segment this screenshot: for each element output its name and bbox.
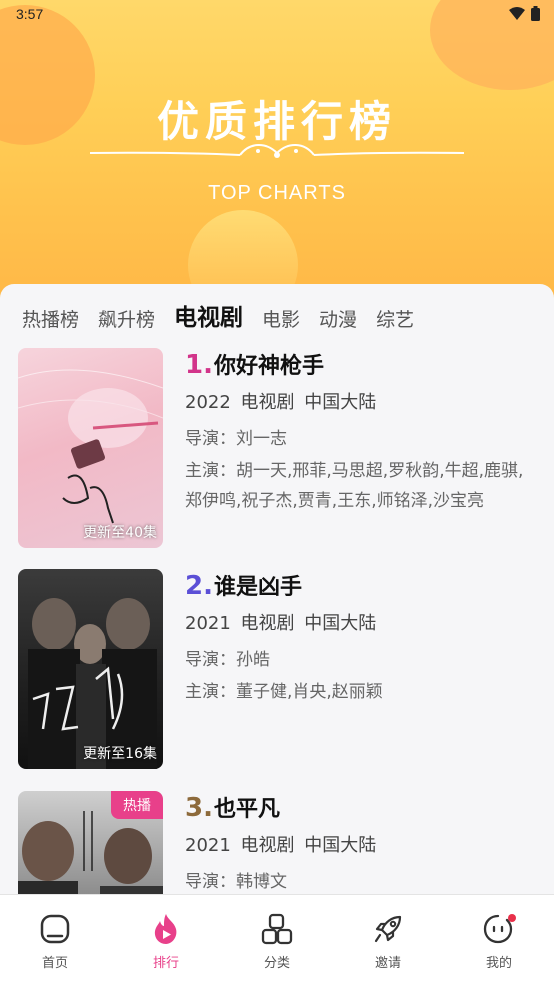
battery-icon <box>531 6 540 21</box>
item-director: 导演：韩博文 <box>185 872 287 892</box>
poster-image[interactable]: 更新至40集 <box>18 348 163 548</box>
nav-label: 分类 <box>263 956 290 971</box>
tab-variety[interactable]: 综艺 <box>376 305 414 332</box>
profile-icon <box>483 914 516 944</box>
rank-number: 1. <box>185 350 213 380</box>
poster-art <box>18 369 163 524</box>
nav-home[interactable]: 首页 <box>0 895 110 987</box>
nav-label: 首页 <box>41 956 68 971</box>
nav-category[interactable]: 分类 <box>222 895 332 987</box>
nav-label: 排行 <box>152 956 179 971</box>
ranking-panel: 热播榜 飙升榜 电视剧 电影 动漫 综艺 更新至40集 1.你好神枪手 2022… <box>0 284 554 894</box>
poster-art <box>28 598 157 769</box>
home-icon <box>40 914 70 944</box>
tab-movies[interactable]: 电影 <box>262 305 300 332</box>
item-cast: 主演：胡一天,邢菲,马思超,罗秋韵,牛超,鹿骐,郑伊鸣,祝子杰,贾青,王东,师铭… <box>185 461 524 511</box>
item-title: 3.也平凡 <box>185 793 280 823</box>
tab-tv-series[interactable]: 电视剧 <box>174 298 243 332</box>
hero-subtitle: TOP CHARTS <box>208 182 346 204</box>
bottom-nav: 首页 排行 分类 邀请 我的 <box>0 894 554 987</box>
nav-label: 我的 <box>485 956 512 971</box>
poster-image[interactable]: 更新至16集 <box>18 569 163 769</box>
status-bar: 3:57 <box>0 0 554 30</box>
tab-rising[interactable]: 飙升榜 <box>98 305 155 332</box>
rocket-icon <box>374 915 402 943</box>
list-item[interactable]: 更新至40集 1.你好神枪手 2022 电视剧 中国大陆 导演：刘一志 主演：胡… <box>18 348 538 548</box>
ornament-icon <box>90 144 464 158</box>
item-director: 导演：孙皓 <box>185 650 270 670</box>
list-item[interactable]: 热播 3.也平凡 2021 电视剧 中国大陆 导演：韩博文 <box>18 791 538 894</box>
status-time: 3:57 <box>16 6 44 22</box>
item-meta: 2022 电视剧 中国大陆 <box>185 392 377 413</box>
tab-anime[interactable]: 动漫 <box>319 305 357 332</box>
update-badge: 更新至40集 <box>83 525 157 541</box>
item-title: 2.谁是凶手 <box>185 571 302 601</box>
category-icon <box>261 913 293 945</box>
poster-image[interactable]: 热播 <box>18 791 163 894</box>
item-director: 导演：刘一志 <box>185 429 287 449</box>
update-badge: 更新至16集 <box>83 746 157 762</box>
item-meta: 2021 电视剧 中国大陆 <box>185 613 377 634</box>
nav-invite[interactable]: 邀请 <box>333 895 443 987</box>
rank-number: 2. <box>185 571 213 601</box>
wifi-icon <box>509 6 525 20</box>
item-meta: 2021 电视剧 中国大陆 <box>185 835 377 856</box>
category-tabs: 热播榜 飙升榜 电视剧 电影 动漫 综艺 <box>22 298 414 332</box>
list-item[interactable]: 更新至16集 2.谁是凶手 2021 电视剧 中国大陆 导演：孙皓 主演：董子健… <box>18 569 538 769</box>
nav-label: 邀请 <box>374 956 401 971</box>
item-title: 1.你好神枪手 <box>185 350 324 380</box>
hero-banner: 优质排行榜 TOP CHARTS <box>0 0 554 300</box>
hot-badge: 热播 <box>111 791 163 819</box>
nav-ranking[interactable]: 排行 <box>111 895 221 987</box>
nav-profile[interactable]: 我的 <box>444 895 554 987</box>
flame-icon <box>154 914 177 944</box>
rank-number: 3. <box>185 793 213 823</box>
tab-hot[interactable]: 热播榜 <box>22 305 79 332</box>
item-cast: 主演：董子健,肖央,赵丽颖 <box>185 682 383 702</box>
